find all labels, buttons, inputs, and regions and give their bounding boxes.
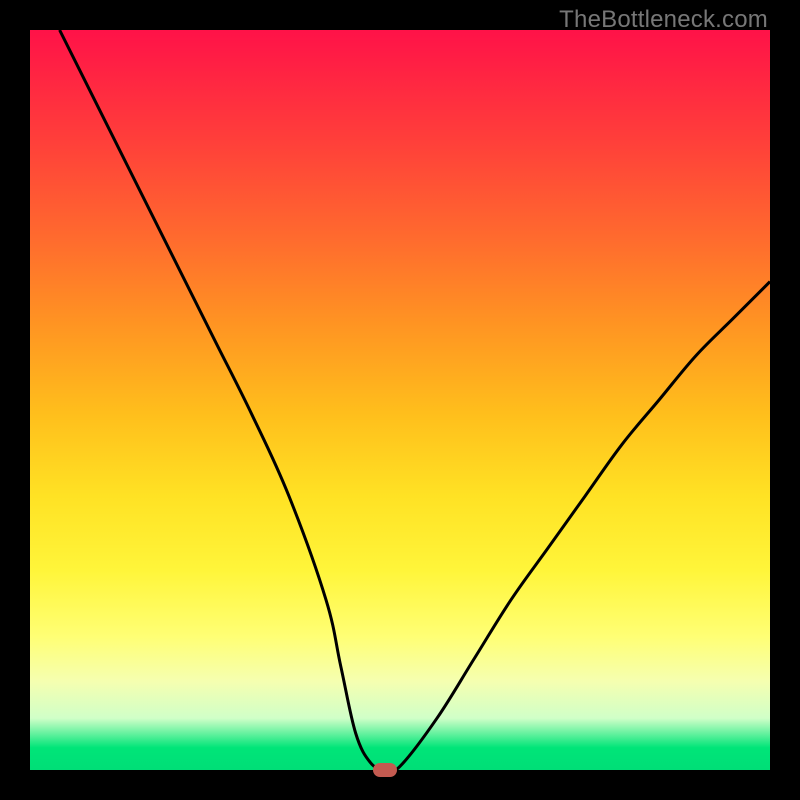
optimal-point-marker xyxy=(373,763,397,777)
bottleneck-curve xyxy=(30,30,770,770)
chart-plot-area xyxy=(30,30,770,770)
